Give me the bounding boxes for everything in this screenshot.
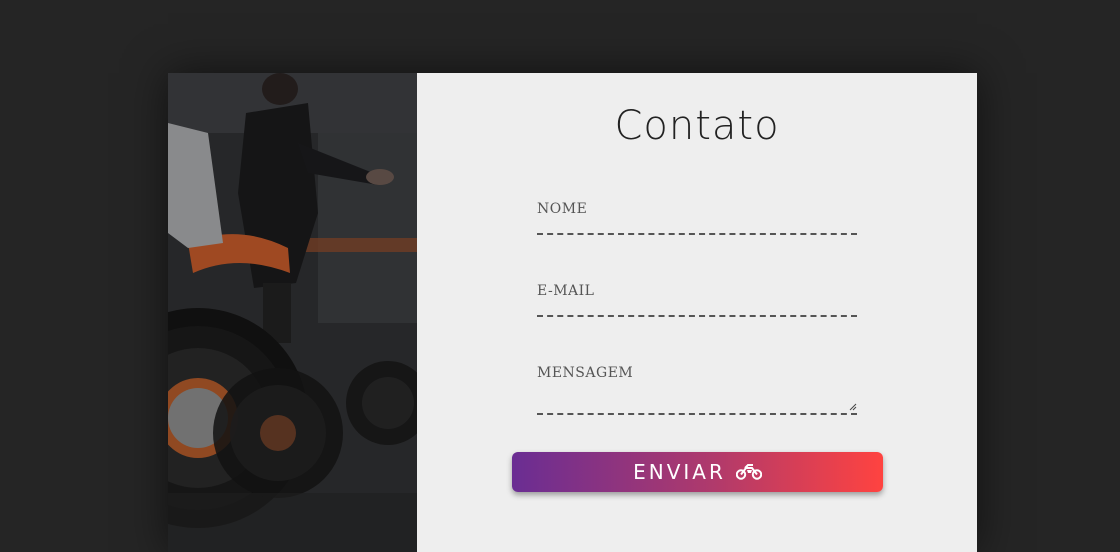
- motorcycle-showroom-photo: [168, 73, 417, 552]
- motorcycle-icon: [735, 464, 762, 480]
- resize-handle-icon[interactable]: [849, 403, 857, 411]
- message-textarea[interactable]: [537, 391, 857, 415]
- email-label: E-MAIL: [537, 283, 595, 299]
- page-title: Contato: [614, 103, 780, 149]
- name-field-group: NOME: [537, 201, 857, 235]
- name-label: NOME: [537, 201, 588, 217]
- message-field-group: MENSAGEM: [537, 365, 857, 415]
- send-button[interactable]: ENVIAR: [512, 452, 883, 492]
- contact-form-panel: Contato NOME E-MAIL MENSAGEM ENVIAR: [417, 73, 977, 552]
- message-label: MENSAGEM: [537, 365, 634, 381]
- contact-card: Contato NOME E-MAIL MENSAGEM ENVIAR: [168, 73, 977, 552]
- name-input[interactable]: [537, 227, 857, 235]
- email-field-group: E-MAIL: [537, 283, 857, 317]
- send-button-label: ENVIAR: [633, 460, 726, 484]
- email-input[interactable]: [537, 309, 857, 317]
